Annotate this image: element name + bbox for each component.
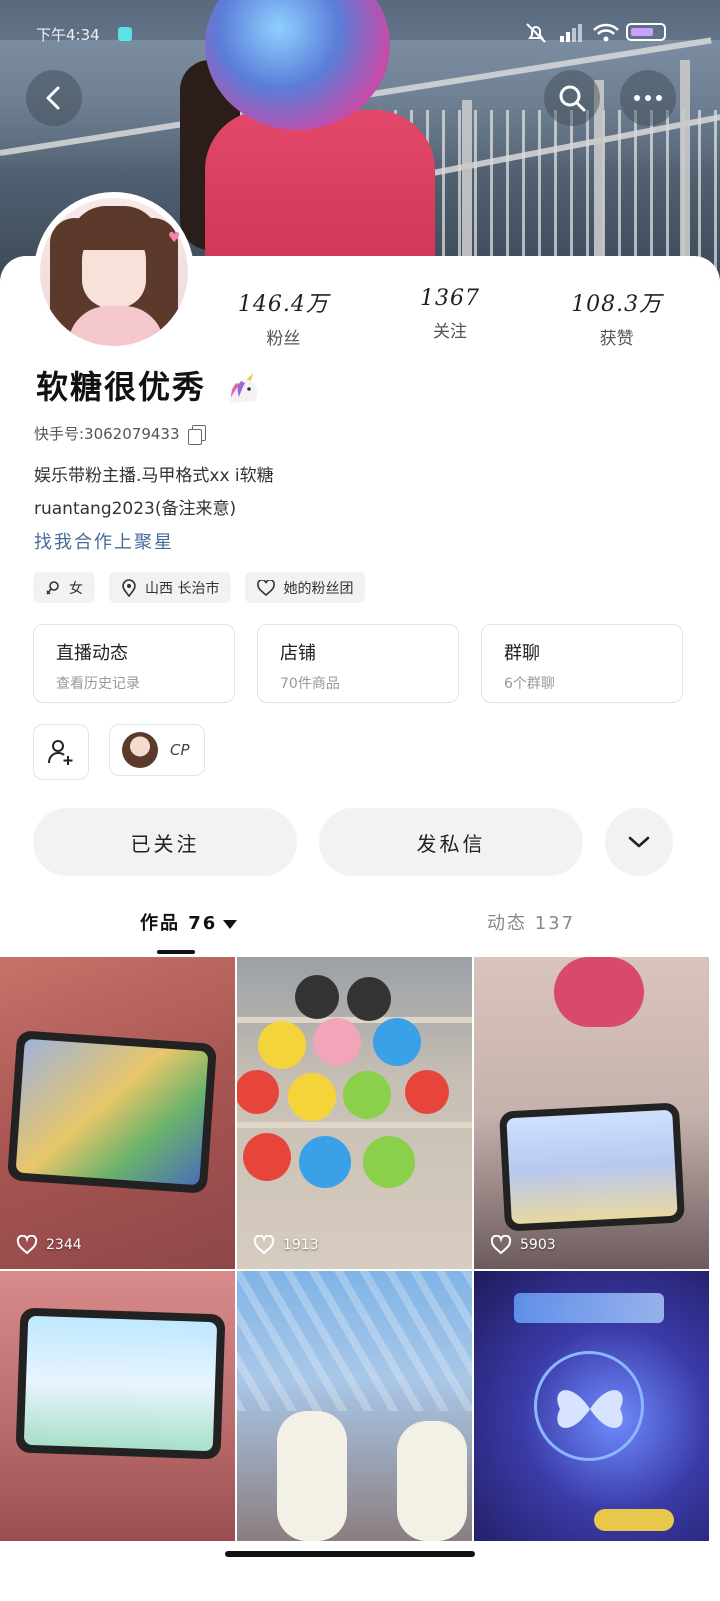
- home-indicator: [225, 1551, 475, 1557]
- butterfly-illustration: [557, 1390, 623, 1428]
- status-time: 下午4:34: [36, 26, 100, 44]
- cp-avatar: [122, 732, 158, 768]
- entry-subtitle: 70件商品: [280, 676, 340, 692]
- cp-label: CP: [170, 741, 190, 759]
- action-buttons: 已关注 发私信: [33, 808, 673, 876]
- likes-count: 2344: [46, 1237, 82, 1253]
- heart-outline-icon: [490, 1235, 512, 1255]
- likes-count: 1913: [283, 1237, 319, 1253]
- add-user-icon: [48, 740, 73, 765]
- chevron-left-icon: [46, 86, 60, 110]
- tag-fan-club[interactable]: 她的粉丝团: [245, 572, 366, 603]
- stat-value: 108.3万: [571, 292, 663, 317]
- entry-title: 直播动态: [56, 643, 128, 664]
- expand-button[interactable]: [605, 808, 673, 876]
- post-thumbnail[interactable]: 2344: [0, 957, 235, 1269]
- profile-nickname: 软糖很优秀: [36, 362, 263, 409]
- heart-outline-icon: [253, 1235, 275, 1255]
- back-button[interactable]: [26, 70, 82, 126]
- profile-stats: 146.4万 粉丝 1367 关注 108.3万 获赞: [200, 286, 700, 349]
- nickname-text: 软糖很优秀: [36, 368, 207, 406]
- post-likes: 2344: [16, 1235, 82, 1255]
- post-grid: 2344 1913 5903: [0, 957, 720, 1541]
- stat-following[interactable]: 1367 关注: [367, 286, 534, 349]
- profile-tags: 女 山西 长治市 她的粉丝团: [33, 572, 366, 603]
- bio-line: 娱乐带粉主播.马甲格式xx i软糖: [34, 466, 274, 486]
- following-button[interactable]: 已关注: [33, 808, 297, 876]
- tab-indicator: [157, 950, 195, 954]
- stat-fans[interactable]: 146.4万 粉丝: [200, 286, 367, 349]
- tag-label: 女: [69, 580, 83, 597]
- post-likes: 1913: [253, 1235, 319, 1255]
- mute-icon: [524, 22, 548, 43]
- entry-subtitle: 查看历史记录: [56, 676, 140, 692]
- entry-subtitle: 6个群聊: [504, 676, 555, 692]
- content-tabs: 作品 76 动态 137: [0, 895, 720, 957]
- send-message-button[interactable]: 发私信: [319, 808, 583, 876]
- stat-label: 粉丝: [266, 329, 301, 349]
- tag-gender: 女: [33, 572, 95, 603]
- entry-live-history[interactable]: 直播动态 查看历史记录: [33, 624, 235, 703]
- entry-title: 店铺: [280, 643, 316, 664]
- user-id-text: 快手号:3062079433: [34, 425, 180, 443]
- add-friend-button[interactable]: [33, 724, 89, 780]
- stat-value: 1367: [420, 286, 480, 311]
- profile-avatar[interactable]: [34, 192, 194, 352]
- heart-outline-icon: [16, 1235, 38, 1255]
- post-thumbnail[interactable]: 5903: [474, 957, 709, 1269]
- bio-line: ruantang2023(备注来意): [34, 499, 237, 519]
- profile-bio: 娱乐带粉主播.马甲格式xx i软糖 ruantang2023(备注来意): [34, 460, 274, 526]
- stat-label: 获赞: [599, 329, 634, 349]
- female-icon: [46, 580, 59, 595]
- wifi-icon: [592, 22, 619, 42]
- tab-label: 作品 76: [140, 913, 218, 934]
- tab-works[interactable]: 作品 76: [140, 909, 238, 935]
- more-options-button[interactable]: [620, 70, 676, 126]
- notification-app-icon: [118, 27, 132, 41]
- entry-title: 群聊: [504, 643, 540, 664]
- post-likes: 5903: [490, 1235, 556, 1255]
- stat-value: 146.4万: [237, 292, 329, 317]
- location-pin-icon: [122, 578, 136, 597]
- stat-likes[interactable]: 108.3万 获赞: [533, 286, 700, 349]
- tag-label: 山西 长治市: [145, 580, 220, 597]
- entry-shop[interactable]: 店铺 70件商品: [257, 624, 459, 703]
- battery-icon: [626, 23, 666, 41]
- post-thumbnail[interactable]: 1913: [237, 957, 472, 1269]
- heart-decoration-icon: ♥: [168, 230, 181, 246]
- caret-down-icon: [223, 919, 238, 929]
- stat-label: 关注: [433, 322, 467, 342]
- tag-location[interactable]: 山西 长治市: [109, 572, 232, 603]
- status-bar: 下午4:34: [0, 0, 720, 70]
- copy-icon[interactable]: [187, 424, 206, 445]
- signal-icon: [558, 22, 582, 42]
- chevron-down-icon: [628, 836, 650, 848]
- toys-illustration: [237, 975, 472, 1188]
- likes-count: 5903: [520, 1237, 556, 1253]
- search-button[interactable]: [544, 70, 600, 126]
- collab-link[interactable]: 找我合作上聚星: [34, 528, 174, 554]
- heart-icon: [257, 579, 276, 596]
- user-id: 快手号:3062079433: [34, 423, 206, 445]
- post-thumbnail[interactable]: [237, 1271, 472, 1541]
- search-icon: [559, 85, 586, 112]
- post-thumbnail[interactable]: [474, 1271, 709, 1541]
- cp-chip[interactable]: CP: [109, 724, 205, 776]
- tab-moments[interactable]: 动态 137: [487, 909, 575, 935]
- unicorn-emoji-icon: [229, 373, 258, 403]
- profile-entries: 直播动态 查看历史记录 店铺 70件商品 群聊 6个群聊: [33, 624, 683, 703]
- tag-label: 她的粉丝团: [283, 580, 354, 597]
- more-dots-icon: [634, 95, 662, 101]
- post-thumbnail[interactable]: [0, 1271, 235, 1541]
- entry-group-chat[interactable]: 群聊 6个群聊: [481, 624, 683, 703]
